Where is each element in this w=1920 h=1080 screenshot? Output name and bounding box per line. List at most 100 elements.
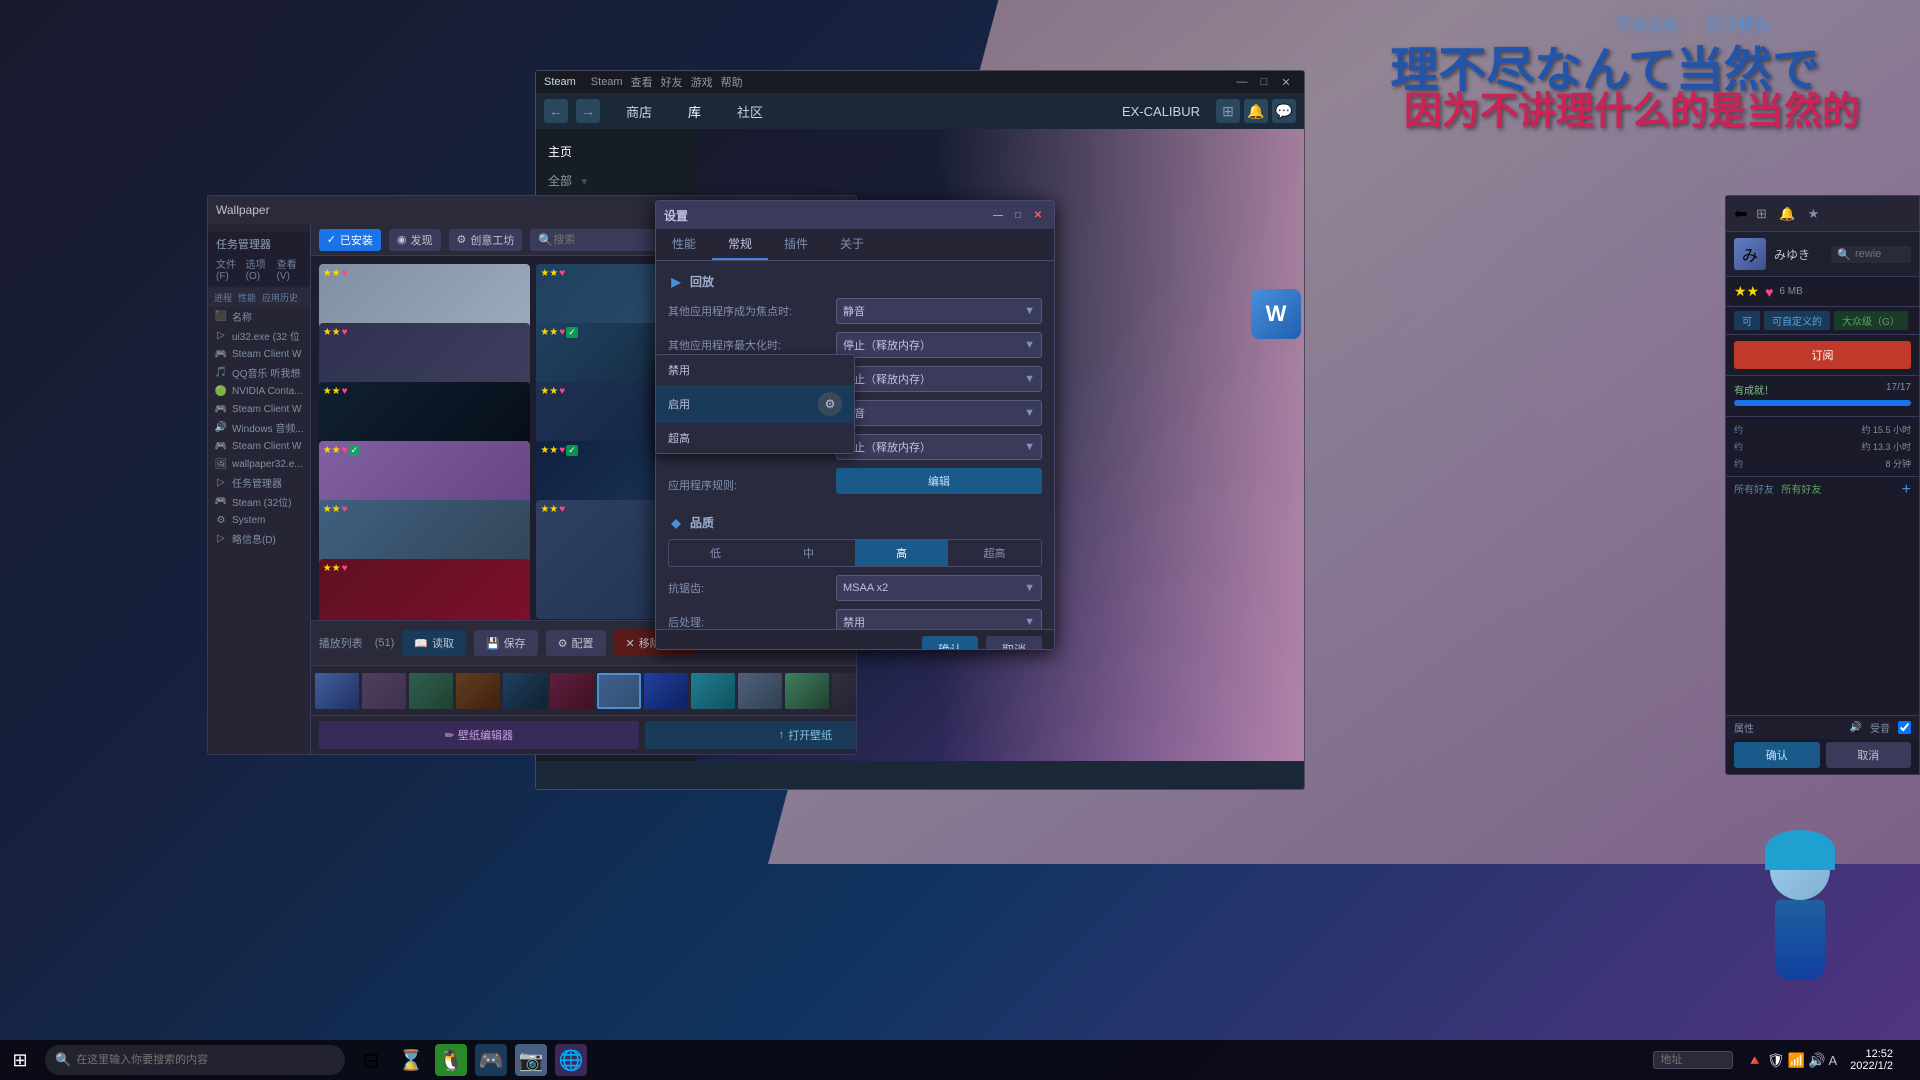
thumb-4[interactable] (456, 673, 500, 709)
browser-taskbar-icon[interactable]: 🌐 (555, 1044, 587, 1076)
steam-sidebar-home[interactable]: 主页 (536, 137, 696, 166)
fp-confirm-btn[interactable]: 确认 (1734, 742, 1820, 768)
config-btn[interactable]: ⚙ 配置 (546, 630, 606, 656)
fp-expand-icon[interactable]: ⊞ (1751, 204, 1771, 224)
taskbar-clock[interactable]: 12:52 2022/1/2 (1850, 1048, 1893, 1072)
quality-tab-mid[interactable]: 中 (762, 540, 855, 566)
fp-audio-checkbox[interactable] (1898, 721, 1911, 734)
steam-menu-steam[interactable]: Steam (591, 76, 623, 88)
thumb-7[interactable] (597, 673, 641, 709)
thumb-10[interactable] (738, 673, 782, 709)
start-button[interactable]: ⊞ (0, 1040, 40, 1080)
dropdown-item-enable[interactable]: 启用 ⚙ (656, 385, 854, 423)
steam-menu-view[interactable]: 查看 (631, 74, 653, 90)
steam-minimize-btn[interactable]: — (1232, 73, 1252, 91)
fp-tag-1[interactable]: 可 (1734, 311, 1760, 330)
tray-icon-ime[interactable]: A (1829, 1053, 1838, 1068)
process-item-qq[interactable]: 🎵 QQ音乐 听我想 (208, 363, 310, 382)
fp-search-input[interactable] (1855, 248, 1905, 260)
thumb-5[interactable] (503, 673, 547, 709)
steam-chat-icon[interactable]: 💬 (1272, 99, 1296, 123)
select-focus[interactable]: 静音 ▼ (836, 298, 1042, 324)
select-postprocess[interactable]: 禁用 ▼ (836, 609, 1042, 629)
process-item-system[interactable]: ⚙ System (208, 511, 310, 529)
settings-cancel-btn[interactable]: 取消 (986, 636, 1042, 650)
process-item-info[interactable]: ▷ 略信息(D) (208, 529, 310, 548)
qq-taskbar-icon[interactable]: 🐧 (435, 1044, 467, 1076)
steam-taskbar-icon[interactable]: 🎮 (475, 1044, 507, 1076)
thumb-1[interactable] (315, 673, 359, 709)
thumb-8[interactable] (644, 673, 688, 709)
tray-icon-1[interactable]: 🔺 (1746, 1052, 1763, 1069)
settings-confirm-btn[interactable]: 确认 (922, 636, 978, 650)
quality-tab-low[interactable]: 低 (669, 540, 762, 566)
process-item-steam3[interactable]: 🎮 Steam Client W (208, 437, 310, 455)
quality-tab-ultra[interactable]: 超高 (948, 540, 1041, 566)
taskview-icon[interactable]: ⊟ (355, 1044, 387, 1076)
tm-tab-view[interactable]: 查看(V) (277, 256, 302, 282)
steam-menu-friends[interactable]: 好友 (661, 74, 683, 90)
thumb-11[interactable] (785, 673, 829, 709)
process-item-steam32[interactable]: 🎮 Steam (32位) (208, 492, 310, 511)
steam-tab-store[interactable]: 商店 (618, 98, 660, 125)
save-btn[interactable]: 💾 保存 (474, 630, 538, 656)
process-item-wallpaper32[interactable]: 🖼 wallpaper32.e... (208, 455, 310, 473)
steam-notif-icon[interactable]: 🔔 (1244, 99, 1268, 123)
settings-tab-performance[interactable]: 性能 (656, 229, 712, 260)
process-item-steam1[interactable]: 🎮 Steam Client W (208, 345, 310, 363)
thumb-3[interactable] (409, 673, 453, 709)
fp-tag-3[interactable]: 大众级（G） (1834, 311, 1908, 330)
tray-icon-network[interactable]: 📶 (1788, 1052, 1805, 1069)
discover-tab-btn[interactable]: ◉发现 (389, 229, 441, 251)
open-wallpaper-btn[interactable]: ↑打开壁纸 (645, 721, 857, 749)
dropdown-item-disable[interactable]: 禁用 (656, 355, 854, 385)
process-item-ui32[interactable]: ▷ ui32.exe (32 位 (208, 326, 310, 345)
steam-menu-games[interactable]: 游戏 (691, 74, 713, 90)
taskbar-search-input[interactable] (76, 1054, 335, 1066)
tm-tab-file[interactable]: 文件(F) (216, 256, 241, 282)
steam-tab-library[interactable]: 库 (680, 98, 709, 125)
steam-forward-btn[interactable]: → (576, 99, 600, 123)
process-item-windows-audio[interactable]: 🔊 Windows 音频... (208, 418, 310, 437)
settings-tab-plugins[interactable]: 插件 (768, 229, 824, 260)
settings-close-btn[interactable]: ✕ (1030, 207, 1046, 223)
steam-tab-community[interactable]: 社区 (729, 98, 771, 125)
steam-menu-help[interactable]: 帮助 (721, 74, 743, 90)
tm-tab-bar[interactable]: 进程性能应用历史 (208, 288, 310, 307)
tm-tab-option[interactable]: 选项(O) (246, 256, 272, 282)
settings-tab-about[interactable]: 关于 (824, 229, 880, 260)
fp-add-friend-btn[interactable]: + (1902, 481, 1911, 499)
show-desktop-btn[interactable] (1902, 1040, 1910, 1080)
workshop-tab-btn[interactable]: ⚙创意工坊 (449, 229, 523, 251)
process-item[interactable]: ⬛ 名称 (208, 307, 310, 326)
steam-close-btn[interactable]: ✕ (1276, 73, 1296, 91)
fp-tag-2[interactable]: 可自定义的 (1764, 311, 1830, 330)
tray-icon-shield[interactable]: 🛡 (1767, 1052, 1785, 1069)
photos-taskbar-icon[interactable]: 📷 (515, 1044, 547, 1076)
select-maximize[interactable]: 停止（释放内存） ▼ (836, 332, 1042, 358)
thumb-6[interactable] (550, 673, 594, 709)
steam-maximize-btn[interactable]: □ (1254, 73, 1274, 91)
settings-minimize-btn[interactable]: — (990, 207, 1006, 223)
process-item-taskmgr[interactable]: ▷ 任务管理器 (208, 473, 310, 492)
process-item-nvidia[interactable]: 🟢 NVIDIA Conta... (208, 382, 310, 400)
steam-back-btn[interactable]: ← (544, 99, 568, 123)
wallpaper-editor-btn[interactable]: ✏壁纸编辑器 (319, 721, 640, 749)
steam-sidebar-all[interactable]: 全部 ▼ (536, 166, 696, 195)
settings-maximize-btn[interactable]: □ (1010, 207, 1026, 223)
process-item-steam2[interactable]: 🎮 Steam Client W (208, 400, 310, 418)
read-btn[interactable]: 📖 读取 (402, 630, 466, 656)
fp-star-icon[interactable]: ★ (1803, 204, 1823, 224)
tray-icon-volume[interactable]: 🔊 (1808, 1052, 1825, 1069)
thumb-12[interactable] (832, 673, 857, 709)
select-audio[interactable]: 静音 ▼ (836, 400, 1042, 426)
installed-tab-btn[interactable]: ✓已安装 (319, 229, 381, 251)
wallpaper-item-16[interactable]: ★★♥ (319, 559, 531, 620)
edit-rules-btn[interactable]: 编辑 (836, 468, 1042, 494)
fp-notif-icon[interactable]: 🔔 (1777, 204, 1797, 224)
select-aa[interactable]: MSAA x2 ▼ (836, 575, 1042, 601)
address-input[interactable] (1653, 1051, 1733, 1069)
steam-grid-icon[interactable]: ⊞ (1216, 99, 1240, 123)
dropdown-item-ultra[interactable]: 超高 (656, 423, 854, 453)
select-sleep[interactable]: 停止（释放内存） ▼ (836, 434, 1042, 460)
